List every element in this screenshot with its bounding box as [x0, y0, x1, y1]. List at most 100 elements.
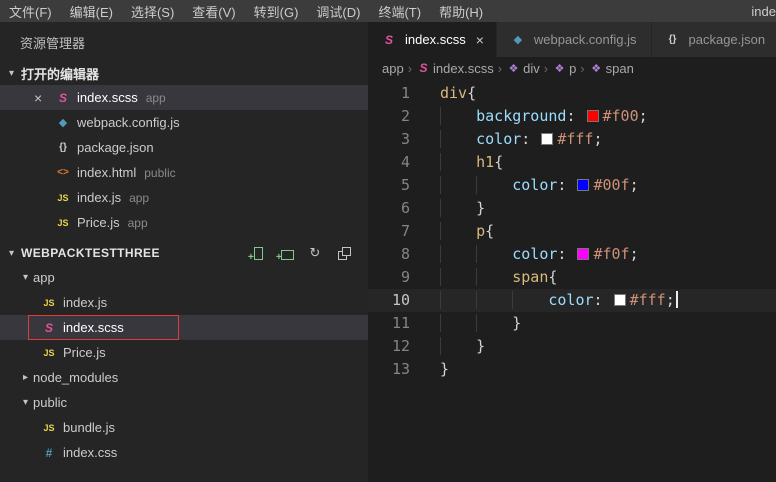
open-editor-item[interactable]: ◆ webpack.config.js: [0, 110, 368, 135]
tab-webpack.config.js[interactable]: ◆ webpack.config.js: [496, 22, 652, 57]
breadcrumb-label: div: [523, 60, 540, 76]
vscode-window: 文件(F) 编辑(E) 选择(S) 查看(V) 转到(G) 调试(D) 终端(T) 帮助(H)…: [0, 0, 776, 482]
tab-label: index.scss: [405, 32, 466, 47]
close-icon[interactable]: ×: [34, 91, 54, 105]
symbol-icon: ❖: [508, 62, 519, 75]
tree-file-index.scss[interactable]: Sindex.scss: [0, 315, 368, 340]
folder-badge: app: [127, 215, 148, 230]
menu-item-goto[interactable]: 转到(G): [245, 0, 308, 22]
menu-item-debug[interactable]: 调试(D): [307, 0, 369, 22]
menu-item-view[interactable]: 查看(V): [183, 0, 244, 22]
code-line[interactable]: 10 color: #fff;: [368, 289, 776, 312]
line-number: 13: [391, 360, 410, 378]
file-name: index.scss: [63, 320, 124, 335]
main-area: 资源管理器 ▾ 打开的编辑器 × Sindex.scss app ◆ webpack.c…: [0, 22, 776, 482]
breadcrumb-item[interactable]: ❖ div: [506, 61, 540, 76]
tree-file-Price.js[interactable]: JS Price.js: [0, 340, 368, 365]
file-name: index.scss: [77, 90, 138, 105]
code-line[interactable]: 3 color: #fff;: [368, 128, 776, 151]
line-number: 7: [400, 222, 410, 240]
folder-badge: app: [145, 90, 166, 105]
token: {: [485, 222, 495, 240]
menu-item-terminal[interactable]: 终端(T): [369, 0, 430, 22]
scss-icon: S: [44, 320, 53, 335]
breadcrumb-label: p: [569, 60, 577, 76]
tree-folder-node_modules[interactable]: ▸ node_modules: [0, 365, 368, 390]
code-line[interactable]: 6 }: [368, 197, 776, 220]
tree-folder-app[interactable]: ▾ app: [0, 265, 368, 290]
token: }: [476, 199, 486, 217]
chevron-right-icon: ▸: [22, 372, 29, 383]
code-line[interactable]: 8 color: #f0f;: [368, 243, 776, 266]
token: h1: [476, 153, 495, 171]
code-editor[interactable]: 1 div{2 background: #f00; 3 color: #fff; 4 …: [368, 79, 776, 482]
token: span: [512, 268, 549, 286]
code-line[interactable]: 11 }: [368, 312, 776, 335]
breadcrumb-item[interactable]: Sindex.scss: [416, 61, 494, 76]
breadcrumb-label: app: [382, 60, 404, 76]
breadcrumb-item[interactable]: app: [382, 61, 404, 76]
workspace-header[interactable]: ▾ WEBPACKTESTTHREE ↻: [0, 241, 368, 265]
menu-bar: 文件(F) 编辑(E) 选择(S) 查看(V) 转到(G) 调试(D) 终端(T) 帮助(H)…: [0, 0, 776, 22]
token: :: [557, 245, 576, 263]
token: ;: [629, 176, 639, 194]
line-number: 3: [400, 130, 410, 148]
tab-index.scss[interactable]: Sindex.scss ×: [368, 22, 497, 57]
json-icon: {}: [59, 142, 67, 153]
code-text: span{: [440, 266, 557, 289]
token: color: [512, 245, 558, 263]
open-editor-item[interactable]: <> index.html public: [0, 160, 368, 185]
menu-item-help[interactable]: 帮助(H): [430, 0, 492, 22]
token: #fff: [629, 291, 666, 309]
line-number: 6: [400, 199, 410, 217]
code-line[interactable]: 1 div{: [368, 82, 776, 105]
new-folder-button[interactable]: [276, 245, 294, 263]
open-editor-item[interactable]: × Sindex.scss app: [0, 85, 368, 110]
code-line[interactable]: 12 }: [368, 335, 776, 358]
breadcrumb-item[interactable]: ❖ p: [552, 60, 577, 76]
explorer-title: 资源管理器: [20, 36, 86, 51]
line-number: 4: [400, 153, 410, 171]
tab-package.json[interactable]: {} package.json: [651, 22, 776, 57]
menu-item-file[interactable]: 文件(F): [0, 0, 61, 22]
close-icon[interactable]: ×: [476, 32, 484, 48]
collapse-all-button[interactable]: [336, 245, 352, 261]
token: }: [440, 360, 450, 378]
refresh-button[interactable]: ↻: [307, 245, 323, 261]
chevron-down-icon: ▾: [8, 67, 15, 79]
code-line[interactable]: 7 p{: [368, 220, 776, 243]
color-swatch: [577, 179, 590, 191]
code-line[interactable]: 5 color: #00f;: [368, 174, 776, 197]
file-name: webpack.config.js: [77, 115, 180, 130]
chevron-right-icon: ›: [497, 60, 503, 76]
tree-file-index.js[interactable]: JS index.js: [0, 290, 368, 315]
line-number: 12: [391, 337, 410, 355]
code-line[interactable]: 4 h1{: [368, 151, 776, 174]
code-line[interactable]: 9 span{: [368, 266, 776, 289]
menu-item-selection[interactable]: 选择(S): [122, 0, 183, 22]
js-icon: JS: [43, 422, 55, 433]
code-line[interactable]: 2 background: #f00;: [368, 105, 776, 128]
menu-item-edit[interactable]: 编辑(E): [61, 0, 122, 22]
code-line[interactable]: 13}: [368, 358, 776, 381]
token: #00f: [593, 176, 630, 194]
webpack-icon: ◆: [58, 117, 68, 129]
tree-file-bundle.js[interactable]: JS bundle.js: [0, 415, 368, 440]
code-text: }: [440, 335, 485, 358]
open-editor-item[interactable]: JS Price.js app: [0, 210, 368, 235]
file-name: index.js: [63, 295, 108, 310]
token: div: [440, 84, 468, 102]
open-editor-item[interactable]: JS index.js app: [0, 185, 368, 210]
scss-icon: S: [384, 32, 393, 47]
new-file-button[interactable]: [248, 245, 265, 263]
token: ;: [593, 130, 603, 148]
open-editors-header[interactable]: ▾ 打开的编辑器: [0, 61, 368, 85]
breadcrumb-item[interactable]: ❖ span: [589, 61, 634, 76]
open-editor-item[interactable]: {} package.json: [0, 135, 368, 160]
tree-file-index.css[interactable]: # index.css: [0, 440, 368, 465]
tree-folder-public[interactable]: ▾ public: [0, 390, 368, 415]
code-text: }: [440, 312, 521, 335]
